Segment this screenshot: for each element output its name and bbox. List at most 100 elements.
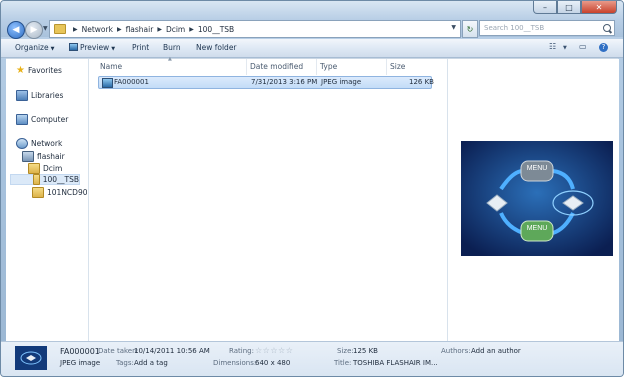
chevron-right-icon[interactable]: ▶ [157,26,162,33]
column-divider[interactable] [386,59,387,75]
title-label: Title: [334,359,352,367]
preview-label: Preview [80,43,110,52]
breadcrumb-flashair[interactable]: flashair [126,25,154,34]
preview-pane-icon[interactable]: ▭ [579,42,587,51]
title-value[interactable]: TOSHIBA FLASHAIR IM... [353,359,438,367]
minimize-button[interactable]: – [533,1,557,14]
arrow-right-icon: ▶ [30,25,38,35]
explorer-window: – □ ✕ ◀ ▶ ▼ ▶ Network ▶ flashair ▶ Dcim … [0,0,624,377]
nav-item-flashair[interactable]: flashair [22,151,65,162]
breadcrumb-dcim[interactable]: Dcim [166,25,185,34]
nav-label: Libraries [31,91,64,100]
title-bar: – □ ✕ ◀ ▶ ▼ ▶ Network ▶ flashair ▶ Dcim … [1,1,623,39]
address-bar[interactable]: ▶ Network ▶ flashair ▶ Dcim ▶ 100__TSB ▼ [49,20,461,38]
main-area: ★ Favorites Libraries Computer Network fl… [6,56,619,341]
date-taken-label: Date taken: [98,347,139,355]
navigation-pane: ★ Favorites Libraries Computer Network fl… [6,59,89,341]
search-placeholder: Search 100__TSB [484,24,545,32]
chevron-right-icon[interactable]: ▶ [189,26,194,33]
rating-label: Rating: [229,347,254,355]
forward-button[interactable]: ▶ [25,21,43,39]
chevron-down-icon[interactable]: ▼ [563,45,567,51]
maximize-button[interactable]: □ [557,1,581,14]
nav-item-favorites[interactable]: ★ Favorites [16,65,62,76]
folder-icon [54,24,66,34]
nav-label: Dcim [43,164,63,173]
nav-item-dcim[interactable]: Dcim [28,163,62,174]
column-divider[interactable] [316,59,317,75]
window-controls: – □ ✕ [533,1,617,14]
arrow-left-icon: ◀ [12,25,20,35]
back-button[interactable]: ◀ [7,21,25,39]
breadcrumb-network[interactable]: Network [82,25,113,34]
nav-label: flashair [37,152,65,161]
chevron-down-icon[interactable]: ▼ [451,24,456,31]
file-name: FA000001 [114,78,149,86]
column-header-date[interactable]: Date modified [250,62,303,71]
tags-label: Tags: [116,359,134,367]
burn-button[interactable]: Burn [163,43,181,52]
nav-item-101ncd90[interactable]: 101NCD90 [32,187,87,198]
organize-button[interactable]: Organize ▼ [15,43,54,52]
new-folder-button[interactable]: New folder [196,43,237,52]
file-thumbnail [15,346,47,370]
view-options-icon[interactable]: ☷ [549,42,556,51]
file-list: ▲ Name Date modified Type Size FA000001 … [90,56,446,341]
chevron-right-icon[interactable]: ▶ [117,26,122,33]
menu-label-top: MENU [527,165,548,172]
library-icon [16,90,28,101]
computer-icon [16,114,28,125]
recent-pages-dropdown[interactable]: ▼ [43,25,48,32]
size-value: 125 KB [353,347,378,355]
chevron-right-icon[interactable]: ▶ [73,26,78,33]
folder-icon [32,187,44,198]
nav-item-100-tsb[interactable]: 100__TSB [10,174,80,185]
refresh-button[interactable]: ↻ [462,20,478,38]
preview-pane: MENU MENU [447,59,619,341]
nav-label: Network [31,139,63,148]
details-pane: FA000001 JPEG image Date taken: 10/14/20… [1,341,623,376]
nav-label: 101NCD90 [47,188,88,197]
nav-item-computer[interactable]: Computer [16,114,68,125]
network-icon [16,138,28,149]
nav-label: Computer [31,115,69,124]
computer-icon [22,151,34,162]
menu-label-bottom: MENU [527,225,548,232]
nav-label: Favorites [27,66,62,75]
nav-label: 100__TSB [42,175,79,184]
column-header-type[interactable]: Type [320,62,337,71]
command-bar: Organize ▼ Preview ▼ Print Burn New folder… [1,39,623,58]
breadcrumb-100-tsb[interactable]: 100__TSB [198,25,234,34]
rating-stars[interactable]: ☆☆☆☆☆ [255,346,293,355]
file-type: JPEG image [321,78,362,86]
date-taken-value[interactable]: 10/14/2011 10:56 AM [134,347,210,355]
print-button[interactable]: Print [132,43,149,52]
refresh-icon: ↻ [466,24,474,34]
preview-button[interactable]: Preview ▼ [69,43,115,52]
file-size: 126 KB [409,78,434,86]
size-label: Size: [337,347,354,355]
tags-value[interactable]: Add a tag [134,359,168,367]
dimensions-value: 640 x 480 [255,359,291,367]
column-divider[interactable] [246,59,247,75]
image-file-icon [102,78,113,88]
authors-label: Authors: [441,347,471,355]
authors-value[interactable]: Add an author [471,347,521,355]
column-header-name[interactable]: Name [100,62,122,71]
nav-item-network[interactable]: Network [16,138,62,149]
search-input[interactable]: Search 100__TSB [479,20,615,36]
column-header-size[interactable]: Size [390,62,405,71]
table-row[interactable]: FA000001 7/31/2013 3:16 PM JPEG image 12… [98,76,434,89]
search-icon[interactable] [603,24,611,32]
close-button[interactable]: ✕ [581,1,617,14]
sort-ascending-icon: ▲ [168,56,172,62]
preview-image: MENU MENU [461,141,613,256]
chevron-down-icon: ▼ [111,46,116,52]
details-file-name: FA000001 [60,347,100,356]
help-icon[interactable]: ? [599,43,608,52]
nav-item-libraries[interactable]: Libraries [16,90,63,101]
folder-icon [33,174,40,185]
star-icon: ★ [16,65,25,76]
image-icon [69,43,78,51]
organize-label: Organize [15,43,49,52]
